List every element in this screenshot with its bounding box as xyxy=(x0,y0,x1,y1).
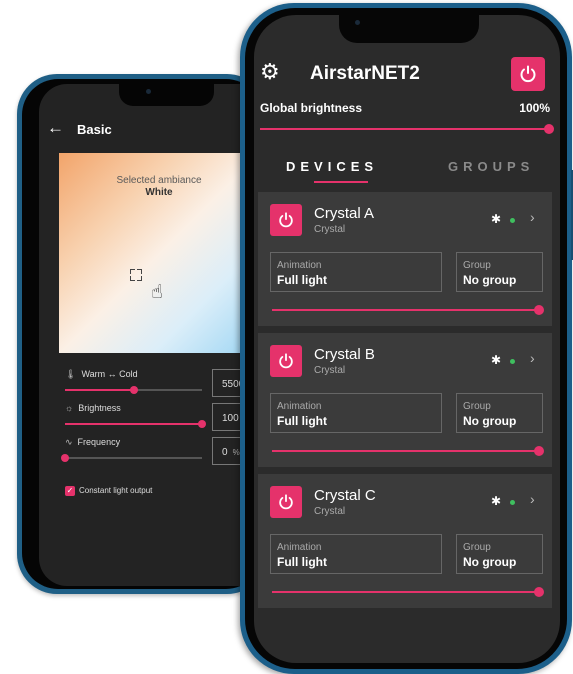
animation-value: Full light xyxy=(277,273,327,287)
back-phone-notch xyxy=(119,84,214,106)
ambiance-value: White xyxy=(145,187,173,198)
global-brightness-value: 100% xyxy=(519,101,550,115)
arrow-left-icon[interactable]: ← xyxy=(47,118,64,138)
gear-icon[interactable]: ⚙ xyxy=(260,61,280,83)
device-brightness-knob[interactable] xyxy=(534,305,544,315)
status-dot xyxy=(510,218,515,223)
global-brightness-slider[interactable] xyxy=(260,128,549,130)
device-card-crystal-a[interactable]: Crystal A Crystal ✱ › Animation Full lig… xyxy=(258,192,552,326)
power-icon xyxy=(279,494,293,510)
chevron-right-icon[interactable]: › xyxy=(530,209,535,225)
device-power-button[interactable] xyxy=(270,486,302,518)
power-icon xyxy=(279,212,293,228)
page-title: Basic xyxy=(77,122,112,137)
global-brightness-knob[interactable] xyxy=(544,124,554,134)
device-brightness-slider[interactable] xyxy=(272,309,538,311)
back-phone-camera xyxy=(146,89,151,94)
device-type: Crystal xyxy=(314,224,346,235)
group-label: Group xyxy=(463,401,491,412)
warm-cold-slider[interactable] xyxy=(65,386,202,394)
group-field[interactable]: Group No group xyxy=(456,534,543,574)
bluetooth-icon: ✱ xyxy=(491,212,502,226)
constant-light-label: Constant light output xyxy=(79,486,153,496)
tab-devices[interactable]: DEVICES xyxy=(286,159,378,174)
global-power-button[interactable] xyxy=(511,57,545,91)
group-label: Group xyxy=(463,542,491,553)
group-value: No group xyxy=(463,414,517,428)
device-power-button[interactable] xyxy=(270,345,302,377)
constant-light-checkbox-row[interactable]: ✓ Constant light output xyxy=(65,486,152,496)
pointer-hand-icon: ☝ xyxy=(151,282,163,303)
animation-field[interactable]: Animation Full light xyxy=(270,534,442,574)
device-brightness-slider[interactable] xyxy=(272,450,538,452)
ambiance-label: Selected ambiance xyxy=(116,175,202,186)
front-phone-camera xyxy=(355,20,360,25)
group-label: Group xyxy=(463,260,491,271)
animation-field[interactable]: Animation Full light xyxy=(270,252,442,292)
device-type: Crystal xyxy=(314,365,346,376)
group-value: No group xyxy=(463,273,517,287)
animation-field[interactable]: Animation Full light xyxy=(270,393,442,433)
group-field[interactable]: Group No group xyxy=(456,393,543,433)
device-power-button[interactable] xyxy=(270,204,302,236)
frequency-label: ∿ Frequency xyxy=(65,437,121,447)
brightness-slider[interactable] xyxy=(65,420,206,428)
device-type: Crystal xyxy=(314,506,346,517)
device-brightness-slider[interactable] xyxy=(272,591,538,593)
thermometer-icon: 🌡 xyxy=(65,369,77,379)
checkbox-checked-icon[interactable]: ✓ xyxy=(65,486,75,496)
warm-cold-label: 🌡 Warm ↔ Cold xyxy=(65,369,138,379)
animation-value: Full light xyxy=(277,414,327,428)
group-value: No group xyxy=(463,555,517,569)
app-title: AirstarNET2 xyxy=(310,63,420,84)
front-phone-notch xyxy=(339,15,479,43)
animation-value: Full light xyxy=(277,555,327,569)
picker-crosshair-icon[interactable] xyxy=(130,269,142,281)
device-name: Crystal C xyxy=(314,487,376,504)
animation-label: Animation xyxy=(277,401,322,412)
tab-groups[interactable]: GROUPS xyxy=(448,159,534,174)
power-icon xyxy=(520,65,536,83)
wave-icon: ∿ xyxy=(65,437,73,447)
status-dot xyxy=(510,500,515,505)
global-brightness-label: Global brightness xyxy=(260,101,363,115)
bluetooth-icon: ✱ xyxy=(491,353,502,367)
chevron-right-icon[interactable]: › xyxy=(530,350,535,366)
group-field[interactable]: Group No group xyxy=(456,252,543,292)
chevron-right-icon[interactable]: › xyxy=(530,491,535,507)
device-brightness-knob[interactable] xyxy=(534,446,544,456)
device-card-crystal-b[interactable]: Crystal B Crystal ✱ › Animation Full lig… xyxy=(258,333,552,467)
active-tab-indicator xyxy=(314,181,368,183)
front-phone-screen: ⚙ AirstarNET2 Global brightness 100% DEV… xyxy=(254,15,560,663)
power-icon xyxy=(279,353,293,369)
device-card-crystal-c[interactable]: Crystal C Crystal ✱ › Animation Full lig… xyxy=(258,474,552,608)
device-brightness-knob[interactable] xyxy=(534,587,544,597)
device-name: Crystal A xyxy=(314,205,375,222)
device-name: Crystal B xyxy=(314,346,375,363)
back-phone-frame: ← Basic ⌂ Selected ambiance White ☝ 🌡War… xyxy=(17,74,279,594)
animation-label: Animation xyxy=(277,542,322,553)
frequency-slider[interactable] xyxy=(61,454,202,462)
sun-icon: ☼ xyxy=(65,403,74,413)
bluetooth-icon: ✱ xyxy=(491,494,502,508)
animation-label: Animation xyxy=(277,260,322,271)
brightness-label: ☼ Brightness xyxy=(65,403,121,413)
status-dot xyxy=(510,359,515,364)
